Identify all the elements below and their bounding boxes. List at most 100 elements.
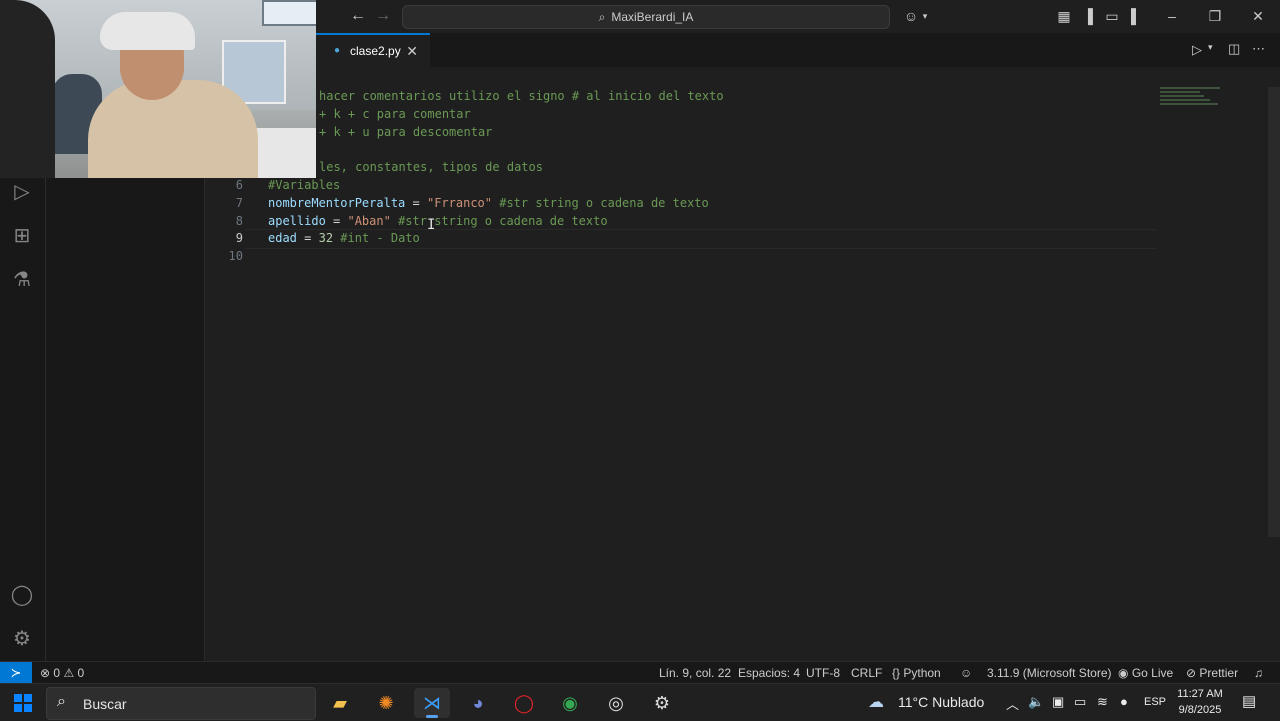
line-number: 7 xyxy=(235,195,243,210)
code-line[interactable]: + k + c para comentar xyxy=(205,105,1155,123)
code-token: + k + c para comentar xyxy=(319,106,471,121)
minimap[interactable] xyxy=(1160,87,1222,109)
code-token: #Variables xyxy=(268,178,341,192)
close-tab-icon[interactable]: ✕ xyxy=(406,43,418,60)
extensions-icon[interactable]: ⊞ xyxy=(10,224,34,248)
chrome-icon[interactable]: ◉ xyxy=(552,688,588,718)
remote-indicator-icon[interactable]: ≻ xyxy=(0,662,32,684)
code-editor[interactable]: hacer comentarios utilizo el signo # al … xyxy=(205,67,1280,661)
notification-center-icon[interactable]: ▤ xyxy=(1242,692,1256,710)
chevron-down-icon[interactable]: ▾ xyxy=(917,8,933,24)
discord-icon[interactable]: ◕ xyxy=(460,688,496,718)
problems-indicator[interactable]: ⊗ 0 ⚠ 0 xyxy=(40,666,84,680)
clock-time: 11:27 AM xyxy=(1177,688,1223,700)
language-mode[interactable]: {} Python xyxy=(892,666,941,680)
toggle-panel-icon[interactable]: ▭ xyxy=(1104,8,1120,24)
blender-icon[interactable]: ✺ xyxy=(368,688,404,718)
code-token: = xyxy=(296,231,319,246)
run-icon[interactable]: ▷ xyxy=(1192,42,1202,58)
restore-icon[interactable]: ❐ xyxy=(1207,8,1223,24)
code-token: nombreMentorPeralta xyxy=(268,195,406,210)
code-line[interactable]: 7 nombreMentorPeralta = "Frranco" #str st… xyxy=(205,194,1155,212)
close-window-icon[interactable]: ✕ xyxy=(1250,8,1266,24)
meet-now-icon[interactable]: ▣ xyxy=(1052,694,1064,710)
side-panel xyxy=(46,178,205,661)
battery-icon[interactable]: ▭ xyxy=(1074,694,1086,710)
code-line[interactable]: les, constantes, tipos de datos xyxy=(205,158,1155,176)
accounts-icon[interactable]: ◯ xyxy=(10,583,34,607)
microphone-icon[interactable]: ● xyxy=(1120,694,1128,709)
webcam-overlay xyxy=(0,0,316,178)
go-live-button[interactable]: ◉ Go Live xyxy=(1118,666,1173,680)
code-token: + k + u para descomentar xyxy=(319,124,493,139)
encoding[interactable]: UTF-8 xyxy=(806,666,840,680)
prettier-icon: ⊘ xyxy=(1186,666,1197,680)
code-line[interactable]: 8 apellido = "Aban" #str string o cadena … xyxy=(205,212,1155,230)
code-line[interactable]: 10 xyxy=(205,247,1155,265)
vertical-scrollbar[interactable] xyxy=(1268,87,1280,537)
wifi-icon[interactable]: ≋ xyxy=(1097,694,1108,710)
notifications-bell-icon[interactable]: ♫ xyxy=(1254,666,1263,680)
code-token: = xyxy=(325,213,348,228)
command-center-search[interactable]: ⌕ MaxiBerardi_IA xyxy=(402,5,890,29)
input-language[interactable]: ESP xyxy=(1144,696,1166,708)
code-text: + k + c para comentar xyxy=(319,105,471,123)
code-text: hacer comentarios utilizo el signo # al … xyxy=(319,87,724,105)
tab-label: clase2.py xyxy=(350,44,401,58)
activity-bar: ▷ ⊞ ⚗ ◯ ⚙ xyxy=(0,178,46,661)
windows-start-icon[interactable] xyxy=(14,694,32,712)
taskbar-search[interactable]: ⌕ Buscar xyxy=(46,687,316,720)
vscode-icon[interactable]: ⋊ xyxy=(414,688,450,718)
more-actions-icon[interactable]: ⋯ xyxy=(1252,41,1265,57)
command-center-label: MaxiBerardi_IA xyxy=(611,10,694,24)
code-line[interactable]: + k + u para descomentar xyxy=(205,123,1155,141)
python-interpreter[interactable]: 3.11.9 (Microsoft Store) xyxy=(987,666,1112,680)
obs-icon[interactable]: ◎ xyxy=(598,688,634,718)
line-number: 8 xyxy=(235,213,243,228)
text-cursor-icon: I xyxy=(427,217,436,233)
line-number: 6 xyxy=(235,178,243,192)
toggle-primary-sidebar-icon[interactable]: ▐ xyxy=(1080,8,1096,24)
warning-icon: ⚠ xyxy=(63,666,75,680)
braces-icon: {} xyxy=(892,666,901,680)
copilot-status-icon[interactable]: ☺ xyxy=(960,666,972,680)
end-of-line[interactable]: CRLF xyxy=(851,666,882,680)
indentation[interactable]: Espacios: 4 xyxy=(738,666,800,680)
code-token: 32 xyxy=(318,231,334,246)
customize-layout-icon[interactable]: ▦ xyxy=(1056,8,1072,24)
code-text: #Variables xyxy=(268,176,340,194)
code-token: = xyxy=(405,195,427,210)
code-token: #str string o cadena de texto xyxy=(492,195,709,210)
forward-arrow-icon[interactable]: → xyxy=(375,7,391,25)
editor-tab-bar: ● clase2.py ✕ ▷ ▾ ◫ ⋯ xyxy=(316,33,1280,68)
file-explorer-icon[interactable]: ▰ xyxy=(322,688,358,718)
clock[interactable]: 11:27 AM 9/8/2025 xyxy=(1172,686,1228,718)
cursor-position[interactable]: Lín. 9, col. 22 xyxy=(659,666,731,680)
settings-gear-icon[interactable]: ⚙ xyxy=(10,627,34,651)
back-arrow-icon[interactable]: ← xyxy=(350,7,366,25)
error-icon: ⊗ xyxy=(40,666,51,680)
testing-icon[interactable]: ⚗ xyxy=(10,268,34,292)
opera-icon[interactable]: ◯ xyxy=(506,688,542,718)
show-hidden-icons-icon[interactable]: ︿ xyxy=(1006,694,1019,713)
weather-widget[interactable]: 11°C Nublado xyxy=(898,694,984,710)
speaker-icon[interactable]: 🔈 xyxy=(1028,694,1044,710)
tab-clase2-py[interactable]: ● clase2.py ✕ xyxy=(316,33,430,67)
code-line[interactable]: 6 #Variables xyxy=(205,176,1155,194)
prettier-status[interactable]: ⊘ Prettier xyxy=(1186,666,1238,680)
code-line[interactable]: 9 edad = 32 #int - Dato xyxy=(205,229,1155,247)
code-token: #int - Dato xyxy=(333,231,420,246)
settings-icon[interactable]: ⚙ xyxy=(644,688,680,718)
split-editor-icon[interactable]: ◫ xyxy=(1228,41,1240,57)
toggle-secondary-sidebar-icon[interactable]: ▌ xyxy=(1128,8,1144,24)
run-dropdown-icon[interactable]: ▾ xyxy=(1208,42,1213,53)
search-icon: ⌕ xyxy=(598,9,606,24)
code-text: nombreMentorPeralta = "Frranco" #str str… xyxy=(268,194,709,212)
code-token: #str string o cadena de texto xyxy=(390,213,608,228)
clock-date: 9/8/2025 xyxy=(1178,704,1222,716)
line-number: 10 xyxy=(228,249,243,264)
minimize-icon[interactable]: – xyxy=(1164,8,1180,24)
code-line[interactable] xyxy=(205,140,1155,158)
run-and-debug-icon[interactable]: ▷ xyxy=(10,180,34,204)
code-line[interactable]: hacer comentarios utilizo el signo # al … xyxy=(205,87,1155,105)
